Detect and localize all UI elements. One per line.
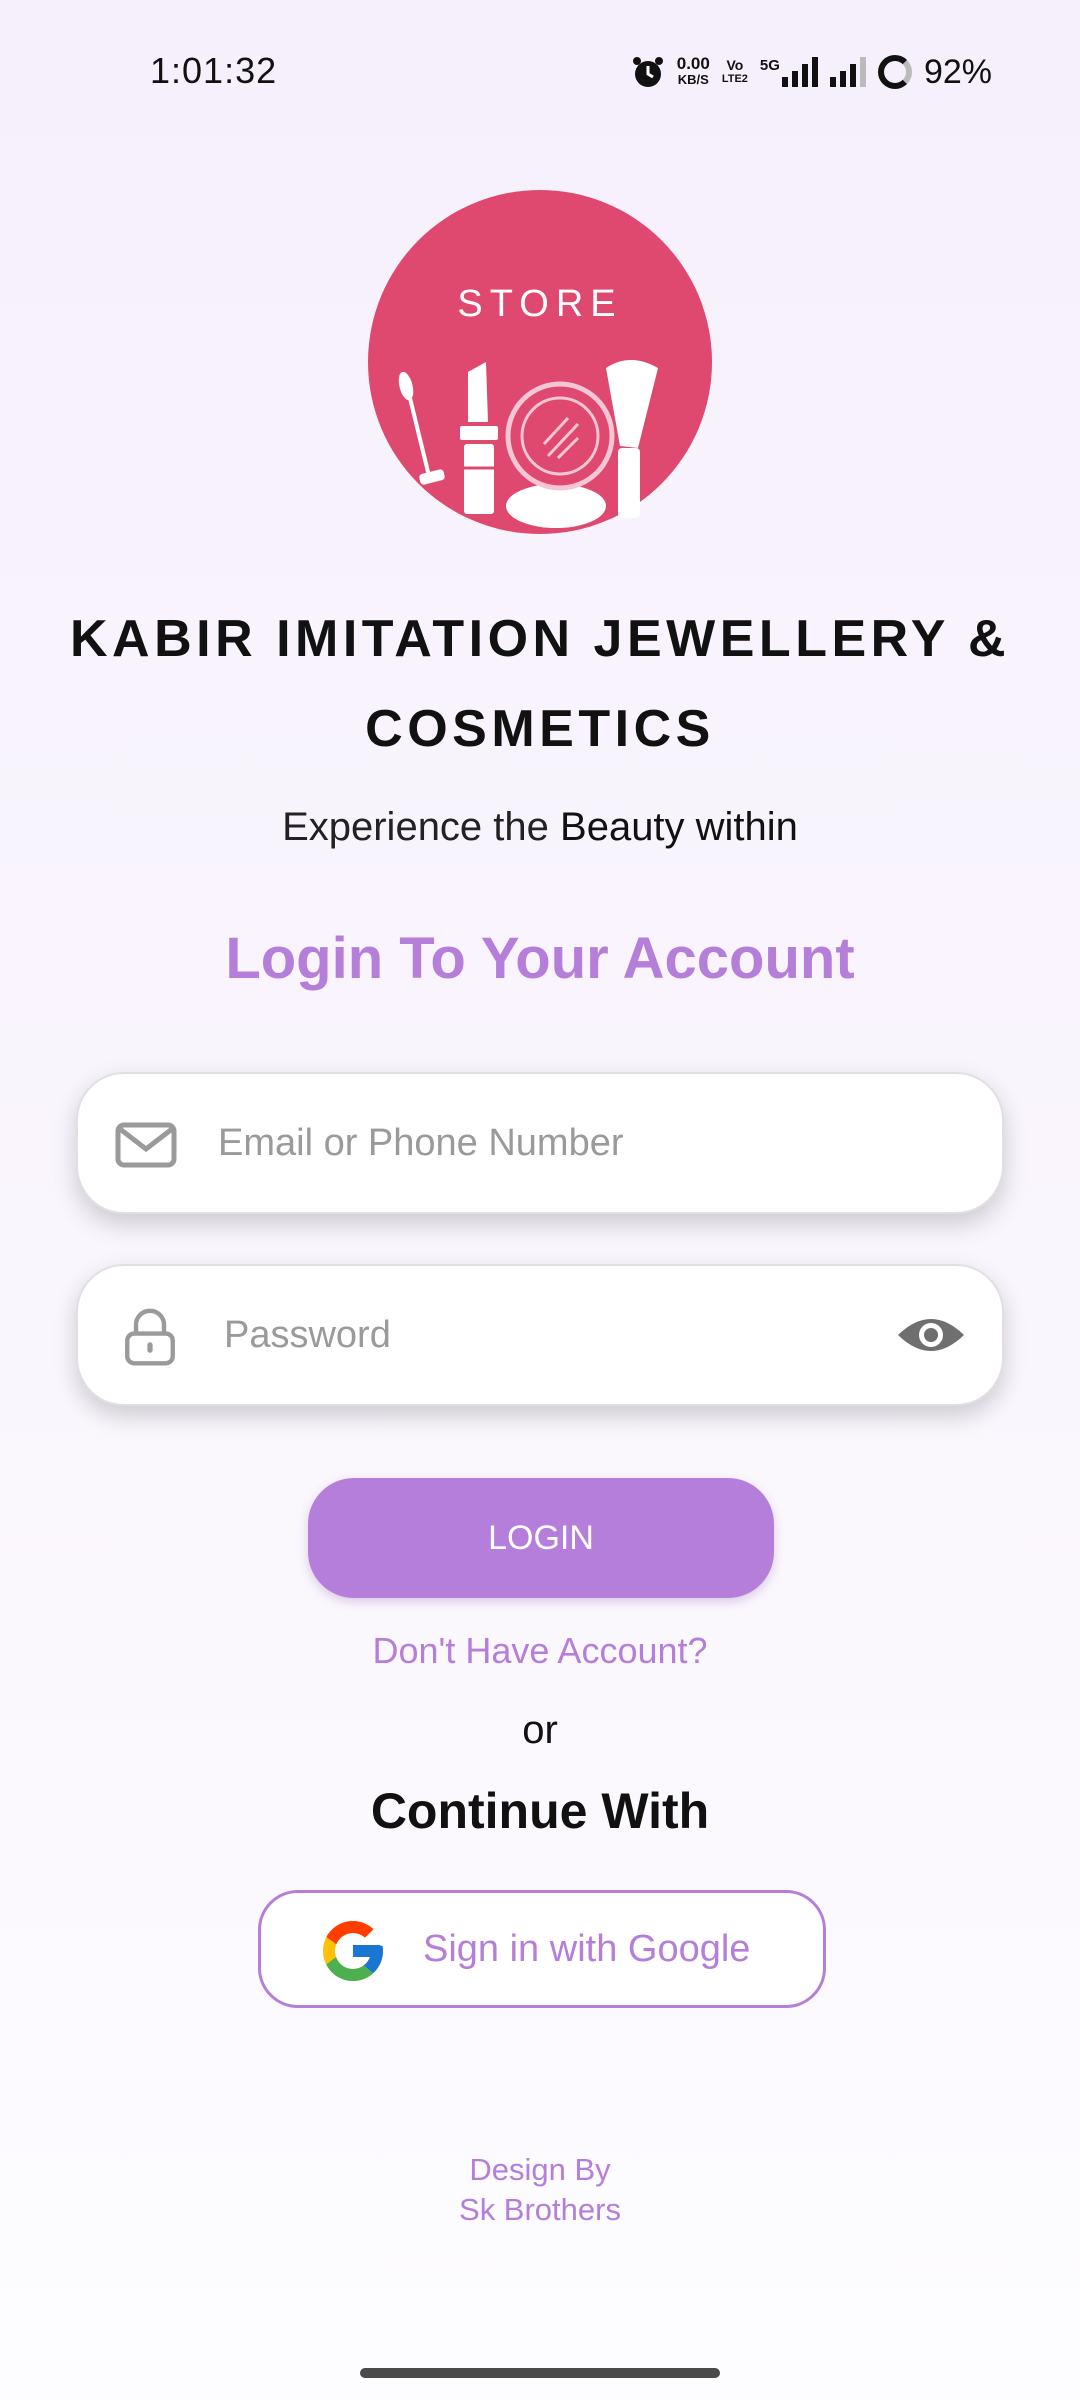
mail-icon <box>115 1122 177 1168</box>
alarm-icon <box>632 57 663 87</box>
email-field[interactable]: Email or Phone Number <box>76 1072 1004 1214</box>
status-icons: 0.00 KB/S Vo LTE2 5G 92% <box>631 50 992 94</box>
google-icon <box>323 1921 383 1981</box>
login-button[interactable]: LOGIN <box>308 1478 774 1598</box>
footer-line1: Design By <box>469 2152 611 2187</box>
network-type: 5G <box>759 57 780 74</box>
net-speed-value: 0.00 <box>676 54 710 73</box>
tagline: Experience the Beauty within <box>0 805 1080 850</box>
status-time: 1:01:32 <box>150 50 278 91</box>
tagline-part2: Beauty within <box>560 805 798 849</box>
footer-line2: Sk Brothers <box>459 2192 621 2227</box>
signal-icon <box>781 57 818 87</box>
continue-with-label: Continue With <box>370 1783 710 1839</box>
signup-link[interactable]: Don't Have Account? <box>0 1630 1080 1672</box>
footer-credit: Design By Sk Brothers <box>0 2150 1080 2230</box>
signal-5g: 5G <box>760 57 818 87</box>
home-indicator[interactable] <box>360 2368 720 2378</box>
tagline-part1: Experience the <box>282 805 561 849</box>
net-speed-unit: KB/S <box>677 72 709 87</box>
password-placeholder: Password <box>224 1314 391 1356</box>
status-bar: 1:01:32 0.00 KB/S Vo LTE2 5G 92% <box>0 0 1080 145</box>
signal-icon-2 <box>829 57 866 87</box>
brand-title-line1: KABIR IMITATION JEWELLERY & <box>69 610 1011 668</box>
net-speed: 0.00 KB/S <box>676 54 710 88</box>
logo-text: STORE <box>457 283 622 325</box>
volte-indicator: Vo LTE2 <box>722 58 748 86</box>
login-heading: Login To Your Account <box>225 926 855 991</box>
volte-top: Vo <box>726 57 744 73</box>
store-logo: STORE <box>368 190 712 534</box>
volte-bottom: LTE2 <box>721 73 748 85</box>
password-field[interactable]: Password <box>76 1264 1004 1406</box>
or-divider: or <box>522 1708 558 1752</box>
google-button-label: Sign in with Google <box>423 1928 751 1970</box>
brand-title: KABIR IMITATION JEWELLERY & COSMETICS <box>0 594 1080 774</box>
lock-icon <box>125 1308 175 1366</box>
google-signin-button[interactable]: Sign in with Google <box>258 1890 826 2008</box>
brand-title-line2: COSMETICS <box>365 700 715 758</box>
eye-icon[interactable] <box>896 1311 966 1359</box>
compact-mirror-icon <box>505 381 615 528</box>
email-placeholder: Email or Phone Number <box>218 1122 624 1164</box>
battery-level: 92% <box>923 52 992 91</box>
battery-ring-icon <box>877 55 912 89</box>
